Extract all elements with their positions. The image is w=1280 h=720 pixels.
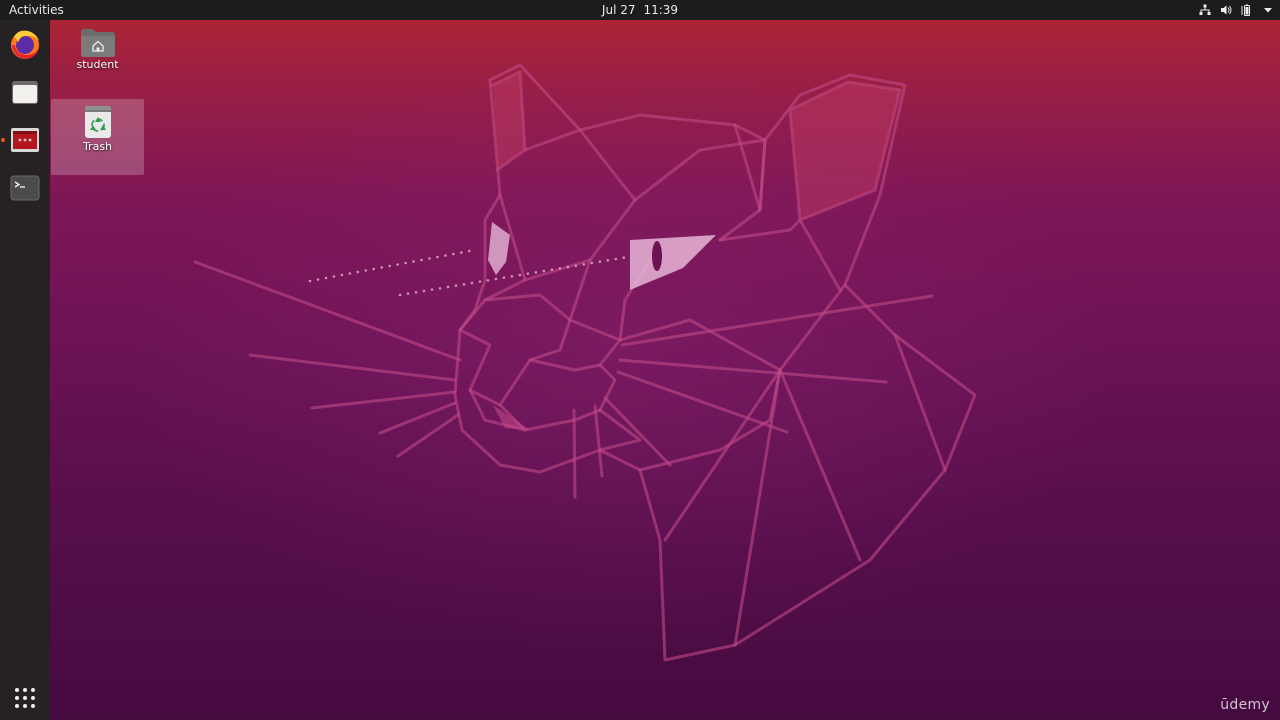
activities-button[interactable]: Activities [9,0,64,20]
show-applications-button[interactable] [5,678,45,718]
desktop[interactable]: Activities Jul 27 11:39 student Trash ūd… [0,0,1280,720]
udemy-watermark: ūdemy [1220,697,1270,713]
top-bar: Activities Jul 27 11:39 [0,0,1280,20]
system-tray[interactable] [1199,0,1274,20]
network-icon[interactable] [1199,4,1211,16]
desktop-icon-trash[interactable]: Trash [51,99,144,175]
desktop-icon-label: student [76,58,119,71]
trash-icon [84,106,111,138]
files-icon [12,81,38,104]
dock-item-files[interactable] [5,72,45,112]
clock-date[interactable]: Jul 27 [602,3,636,17]
desktop-icon-student[interactable]: student [51,26,144,86]
dock-item-remote-desktop[interactable] [5,120,45,160]
battery-icon[interactable] [1241,4,1253,16]
clock-time[interactable]: 11:39 [643,3,678,17]
wallpaper-cat-illustration [193,63,977,662]
running-indicator [1,138,5,142]
home-folder-icon [80,29,115,57]
desktop-icon-label: Trash [82,140,113,153]
grid-icon [15,688,35,708]
dock [0,20,50,720]
remote-desktop-icon [11,128,39,152]
system-menu-chevron-icon[interactable] [1262,4,1274,16]
volume-icon[interactable] [1220,4,1232,16]
firefox-icon [11,30,39,59]
dock-item-terminal[interactable] [5,168,45,208]
clock[interactable]: Jul 27 11:39 [0,0,1280,20]
terminal-icon [10,175,40,201]
dock-item-firefox[interactable] [5,24,45,64]
